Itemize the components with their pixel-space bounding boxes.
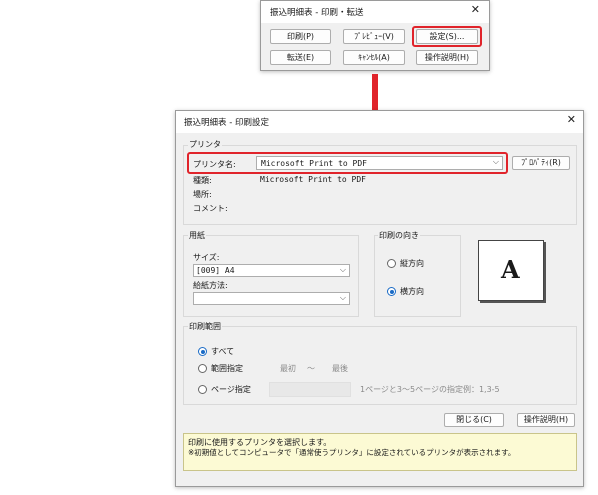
range-from-field[interactable]: 最初: [280, 363, 296, 374]
paper-feed-select[interactable]: ⌵: [193, 292, 350, 305]
dialog-title: 振込明細表 - 印刷・転送: [270, 8, 364, 18]
settings-highlight: [412, 26, 482, 47]
chevron-down-icon: ⌵: [339, 265, 346, 274]
range-specify-label[interactable]: 範囲指定: [211, 363, 243, 374]
status-line-2: ※初期値としてコンピュータで「通常使うプリンタ」に設定されているプリンタが表示さ…: [188, 448, 516, 457]
landscape-label[interactable]: 横方向: [400, 286, 424, 297]
status-panel: 印刷に使用するプリンタを選択します。 ※初期値としてコンピュータで「通常使うプリ…: [183, 433, 577, 471]
print-range-group-label: 印刷範囲: [188, 321, 222, 332]
close-icon[interactable]: ✕: [567, 114, 576, 126]
preview-button[interactable]: ﾌﾟﾚﾋﾞｭｰ(V): [343, 29, 405, 44]
printer-location-label: 場所:: [193, 190, 212, 199]
range-to-field[interactable]: 最後: [332, 363, 348, 374]
range-tilde: ～: [307, 364, 315, 373]
page-specify-input[interactable]: [269, 382, 351, 397]
portrait-label[interactable]: 縦方向: [400, 258, 424, 269]
orientation-group: [374, 235, 461, 317]
print-transfer-dialog: 振込明細表 - 印刷・転送 ✕ 印刷(P) ﾌﾟﾚﾋﾞｭｰ(V) 設定(S)..…: [260, 0, 490, 71]
printer-name-highlight: [187, 152, 508, 174]
properties-button[interactable]: ﾌﾟﾛﾊﾟﾃｨ(R): [512, 156, 570, 170]
transfer-button[interactable]: 転送(E): [270, 50, 331, 65]
page-specify-hint: 1ページと3～5ページの指定例：1,3-5: [360, 385, 500, 394]
orientation-group-label: 印刷の向き: [378, 230, 420, 241]
range-all-radio[interactable]: [198, 347, 207, 356]
landscape-radio[interactable]: [387, 287, 396, 296]
dialog-title: 振込明細表 - 印刷設定: [184, 118, 269, 128]
paper-size-value: [009] A4: [196, 266, 235, 275]
help-button[interactable]: 操作説明(H): [416, 50, 478, 65]
cancel-button[interactable]: ｷｬﾝｾﾙ(A): [343, 50, 405, 65]
paper-size-select[interactable]: [009] A4 ⌵: [193, 264, 350, 277]
printer-type-value: Microsoft Print to PDF: [260, 175, 366, 184]
help-button[interactable]: 操作説明(H): [517, 413, 575, 427]
paper-group-label: 用紙: [188, 230, 206, 241]
page-specify-label[interactable]: ページ指定: [211, 384, 251, 395]
print-settings-dialog: 振込明細表 - 印刷設定 ✕ プリンタ プリンタ名: Microsoft Pri…: [175, 110, 584, 487]
title-bar: 振込明細表 - 印刷・転送 ✕: [261, 1, 489, 23]
paper-feed-label: 給紙方法:: [193, 281, 228, 290]
close-button[interactable]: 閉じる(C): [444, 413, 504, 427]
paper-size-label: サイズ:: [193, 253, 220, 262]
title-bar: 振込明細表 - 印刷設定 ✕: [176, 111, 583, 133]
chevron-down-icon: ⌵: [339, 293, 346, 302]
orientation-preview-letter: A: [501, 255, 520, 284]
print-button[interactable]: 印刷(P): [270, 29, 331, 44]
range-specify-radio[interactable]: [198, 364, 207, 373]
portrait-radio[interactable]: [387, 259, 396, 268]
page-specify-radio[interactable]: [198, 385, 207, 394]
range-all-label[interactable]: すべて: [211, 346, 234, 357]
printer-group-label: プリンタ: [188, 139, 222, 150]
orientation-preview: A: [478, 240, 544, 301]
close-icon[interactable]: ✕: [471, 4, 480, 16]
printer-type-label: 種類:: [193, 176, 212, 185]
printer-comment-label: コメント:: [193, 204, 228, 213]
